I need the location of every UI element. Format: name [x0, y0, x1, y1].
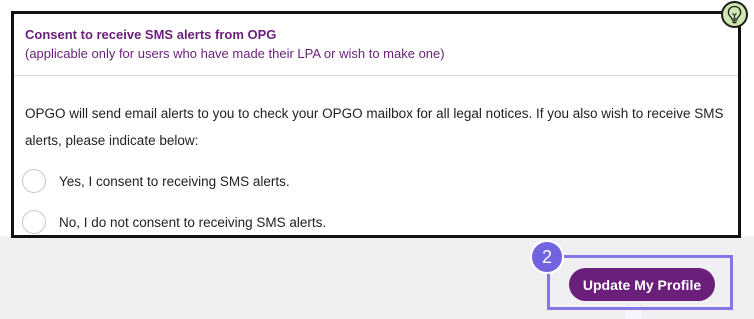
lightbulb-icon	[727, 5, 742, 24]
step-marker: 2	[530, 240, 564, 274]
consent-title: Consent to receive SMS alerts from OPG	[25, 27, 277, 42]
panel-header: Consent to receive SMS alerts from OPG (…	[14, 14, 738, 76]
hint-button[interactable]	[721, 1, 748, 28]
consent-no-option[interactable]: No, I do not consent to receiving SMS al…	[22, 209, 326, 235]
consent-subtitle: (applicable only for users who have made…	[25, 46, 445, 61]
consent-yes-radio[interactable]	[22, 169, 46, 193]
consent-yes-label: Yes, I consent to receiving SMS alerts.	[59, 173, 290, 189]
sms-consent-panel: Consent to receive SMS alerts from OPG (…	[11, 11, 741, 238]
consent-yes-option[interactable]: Yes, I consent to receiving SMS alerts.	[22, 168, 290, 194]
update-profile-button[interactable]: Update My Profile	[569, 268, 715, 301]
consent-description: OPGO will send email alerts to you to ch…	[25, 106, 724, 148]
consent-no-radio[interactable]	[22, 210, 46, 234]
consent-no-label: No, I do not consent to receiving SMS al…	[59, 214, 327, 230]
highlight-tab	[626, 310, 642, 319]
